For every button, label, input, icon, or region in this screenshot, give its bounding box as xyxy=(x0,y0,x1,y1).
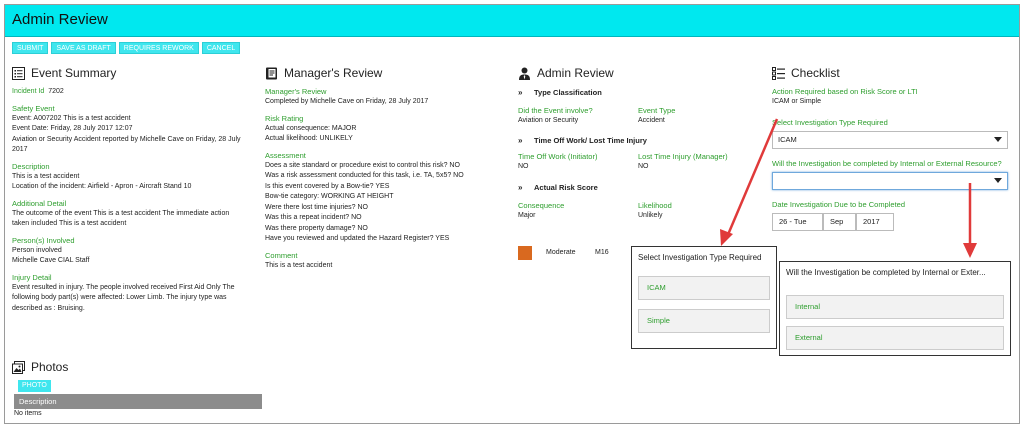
photo-icon xyxy=(12,360,25,374)
book-icon xyxy=(265,67,278,80)
photos-heading: Photos xyxy=(31,360,69,374)
description-line: This is a test accident xyxy=(12,172,80,180)
consequence-value: Major xyxy=(518,212,536,219)
photos-section: Photos xyxy=(12,359,68,375)
risk-score-rating: Moderate xyxy=(546,249,576,256)
type-classification-header[interactable]: » Type Classification xyxy=(518,87,758,98)
option-icam[interactable]: ICAM xyxy=(638,276,770,300)
managers-review-section: Manager's Review Manager's Review Comple… xyxy=(265,65,510,271)
managers-review-value: Completed by Michelle Cave on Friday, 28… xyxy=(265,98,429,105)
option-internal[interactable]: Internal xyxy=(786,295,1004,319)
assessment-line: Bow-tie category: WORKING AT HEIGHT xyxy=(265,193,394,200)
investigation-type-label: Select Investigation Type Required xyxy=(772,117,888,127)
photo-button[interactable]: PHOTO xyxy=(18,380,51,392)
internal-external-dropdown-popup: Will the Investigation be completed by I… xyxy=(779,261,1011,356)
risk-rating-line: Actual consequence: MAJOR xyxy=(265,124,357,132)
additional-detail-line: taken included This is a test accident xyxy=(12,220,127,227)
additional-detail-label: Additional Detail xyxy=(12,198,67,208)
list-icon xyxy=(12,66,25,80)
safety-event-line: Aviation or Security Accident reported b… xyxy=(12,135,241,143)
safety-event-label: Safety Event xyxy=(12,103,55,113)
time-off-initiator-label: Time Off Work (Initiator) xyxy=(518,151,598,161)
safety-event-line: Event Date: Friday, 28 July 2017 12:07 xyxy=(12,125,133,132)
did-involve-value: Aviation or Security xyxy=(518,117,579,124)
time-off-initiator-value: NO xyxy=(518,162,529,170)
description-column-header: Description xyxy=(14,394,262,409)
chevron-down-icon xyxy=(994,177,1002,183)
description-label: Description xyxy=(12,161,50,171)
persons-involved-line: Person involved xyxy=(12,246,62,254)
save-draft-button[interactable]: SAVE AS DRAFT xyxy=(51,42,116,54)
double-chevron-down-icon: » xyxy=(518,183,523,192)
type-classification-label: Type Classification xyxy=(534,88,602,97)
injury-detail-label: Injury Detail xyxy=(12,272,52,282)
safety-event-line: Event: A007202 This is a test accident xyxy=(12,114,131,122)
safety-event-line: 2017 xyxy=(12,146,28,153)
investigation-type-dropdown-popup: Select Investigation Type Required ICAM … xyxy=(631,246,777,349)
cancel-button[interactable]: CANCEL xyxy=(201,42,241,54)
assessment-line: Does a site standard or procedure exist … xyxy=(265,161,460,169)
incident-id-label: Incident Id xyxy=(12,88,45,95)
assessment-line: Was a risk assessment conducted for this… xyxy=(265,172,464,179)
option-simple[interactable]: Simple xyxy=(638,309,770,333)
assessment-label: Assessment xyxy=(265,150,306,160)
actual-risk-label: Actual Risk Score xyxy=(534,183,598,192)
title-bar: Admin Review xyxy=(5,5,1019,37)
event-summary-section: Event Summary Incident Id 7202 Safety Ev… xyxy=(12,65,257,314)
risk-rating-line: Actual likelihood: UNLIKELY xyxy=(265,135,353,142)
assessment-line: Was this a repeat incident? NO xyxy=(265,214,362,221)
did-involve-label: Did the Event involve? xyxy=(518,106,593,115)
event-summary-heading: Event Summary xyxy=(31,66,117,80)
due-month-field[interactable]: Sep xyxy=(823,212,856,231)
page-title: Admin Review xyxy=(12,11,108,28)
photos-empty-text: No items xyxy=(14,410,42,417)
action-required-label: Action Required based on Risk Score or L… xyxy=(772,87,918,96)
consequence-label: Consequence xyxy=(518,201,565,210)
checklist-icon xyxy=(772,66,785,80)
double-chevron-down-icon: » xyxy=(518,88,523,97)
additional-detail-line: The outcome of the event This is a test … xyxy=(12,209,230,217)
due-year-field[interactable]: 2017 xyxy=(856,212,894,231)
persons-involved-line: Michelle Cave CIAL Staff xyxy=(12,257,90,264)
popup-resource-title: Will the Investigation be completed by I… xyxy=(786,268,986,277)
submit-button[interactable]: SUBMIT xyxy=(12,42,49,54)
managers-review-label: Manager's Review xyxy=(265,87,327,96)
risk-score-code: M16 xyxy=(595,249,609,256)
risk-rating-label: Risk Rating xyxy=(265,113,304,123)
persons-involved-label: Person(s) Involved xyxy=(12,235,75,245)
assessment-line: Was there property damage? NO xyxy=(265,224,368,232)
managers-review-heading: Manager's Review xyxy=(284,66,383,80)
double-chevron-down-icon: » xyxy=(518,135,523,145)
action-required-value: ICAM or Simple xyxy=(772,98,822,105)
assessment-line: Is this event covered by a Bow-tie? YES xyxy=(265,182,390,190)
annotation-arrow xyxy=(720,118,779,246)
internal-external-label: Will the Investigation be completed by I… xyxy=(772,158,1002,168)
assessment-line: Were there lost time injuries? NO xyxy=(265,203,368,211)
risk-score-swatch xyxy=(518,246,532,260)
user-tie-icon xyxy=(518,67,531,80)
assessment-line: Have you reviewed and updated the Hazard… xyxy=(265,235,450,242)
app-frame: Admin Review SUBMIT SAVE AS DRAFT REQUIR… xyxy=(4,4,1020,424)
checklist-heading: Checklist xyxy=(791,66,840,80)
comment-value: This is a test accident xyxy=(265,261,333,269)
description-line: Location of the incident: Airfield - Apr… xyxy=(12,183,192,190)
injury-detail-line: described as : Bruising. xyxy=(12,304,85,312)
toolbar: SUBMIT SAVE AS DRAFT REQUIRES REWORK CAN… xyxy=(12,42,241,54)
chevron-down-icon xyxy=(994,136,1002,142)
admin-review-heading: Admin Review xyxy=(537,66,614,80)
comment-label: Comment xyxy=(265,250,298,260)
time-off-label: Time Off Work/ Lost Time Injury xyxy=(534,135,647,145)
option-external[interactable]: External xyxy=(786,326,1004,350)
annotation-arrow xyxy=(963,183,977,258)
incident-id: Incident Id 7202 xyxy=(12,87,257,98)
investigation-type-select[interactable]: ICAM xyxy=(772,130,1008,149)
requires-rework-button[interactable]: REQUIRES REWORK xyxy=(118,42,199,54)
injury-detail-line: Event resulted in injury. The people inv… xyxy=(12,283,235,291)
injury-detail-line: following body part(s) were affected: Lo… xyxy=(12,294,227,301)
incident-id-value: 7202 xyxy=(48,88,64,95)
